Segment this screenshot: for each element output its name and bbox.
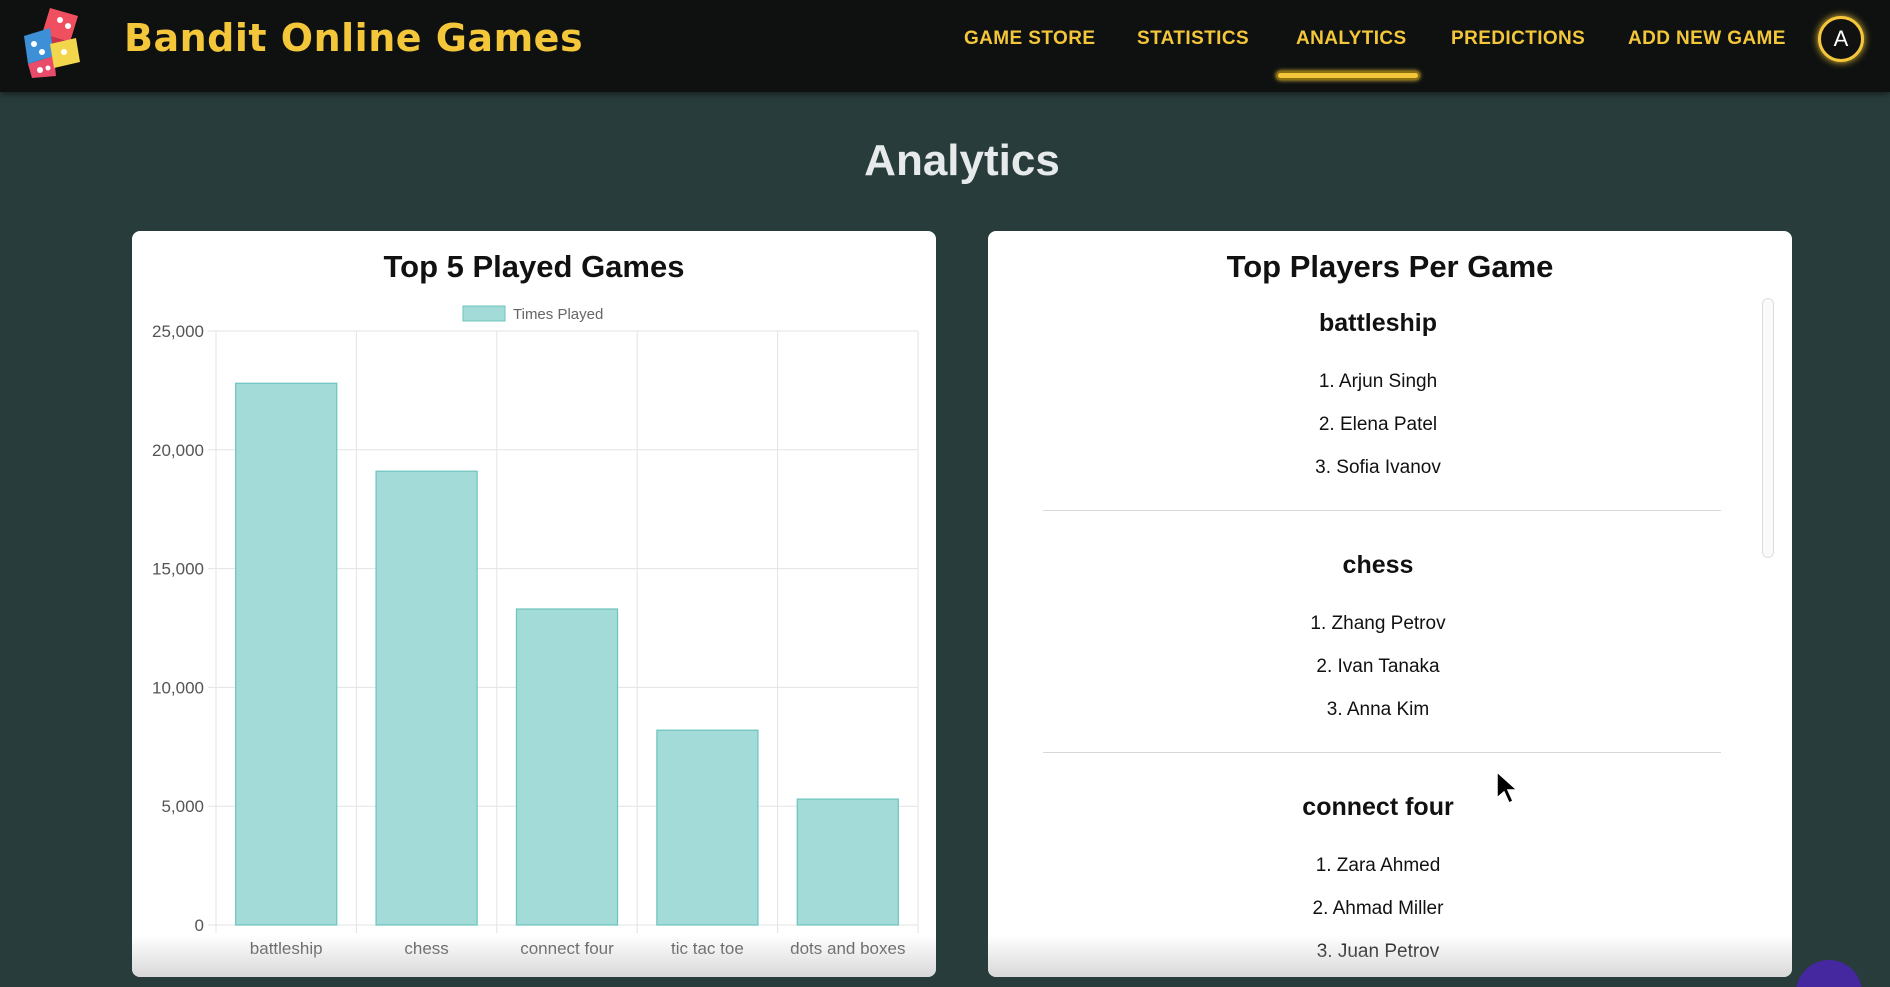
nav-analytics[interactable]: ANALYTICS: [1296, 28, 1407, 50]
player-item: 1. Zhang Petrov: [1310, 613, 1446, 634]
player-item: 3. Sofia Ivanov: [1315, 457, 1441, 478]
bar: [375, 470, 478, 926]
brand-title[interactable]: Bandit Online Games: [124, 16, 583, 60]
game-name: battleship: [1318, 309, 1438, 337]
legend-label: Times Played: [513, 306, 603, 323]
player-item: 2. Elena Patel: [1318, 414, 1438, 435]
nav-statistics[interactable]: STATISTICS: [1137, 28, 1249, 50]
player-item: 3. Anna Kim: [1326, 699, 1430, 720]
top-played-games-card: Top 5 Played Games Times Played 0 5,000 10,…: [132, 231, 936, 977]
y-tick-label: 25,000: [152, 322, 204, 341]
y-tick-label: 10,000: [152, 678, 204, 697]
player-item: 1. Arjun Singh: [1318, 371, 1438, 392]
floating-action-button[interactable]: [1796, 960, 1862, 987]
bar: [235, 382, 338, 926]
section-divider: [1043, 510, 1721, 511]
player-item: 2. Ahmad Miller: [1312, 898, 1444, 919]
game-name: connect four: [1302, 793, 1454, 821]
x-tick-label: chess: [404, 939, 448, 958]
section-divider: [1043, 752, 1721, 753]
players-scrollbar[interactable]: [1762, 298, 1774, 558]
page-title: Analytics: [864, 136, 1060, 185]
y-tick-label: 0: [195, 916, 204, 935]
top-navbar: Bandit Online Games GAME STORE STATISTIC…: [0, 0, 1890, 92]
y-tick-label: 5,000: [161, 797, 204, 816]
legend-swatch: [462, 305, 506, 322]
x-tick-label: connect four: [520, 939, 614, 958]
player-item: 1. Zara Ahmed: [1315, 855, 1441, 876]
user-avatar[interactable]: A: [1818, 16, 1864, 62]
nav-add-new-game[interactable]: ADD NEW GAME: [1628, 28, 1786, 50]
bar-chart: Times Played 0 5,000 10,000 15,000 20,000 25,0…: [152, 305, 919, 958]
x-tick-label: tic tac toe: [671, 939, 744, 958]
active-nav-indicator: [1276, 71, 1420, 80]
player-item: 3. Juan Petrov: [1316, 941, 1440, 962]
y-tick-label: 20,000: [152, 441, 204, 460]
bar: [796, 798, 899, 926]
game-name: chess: [1342, 551, 1414, 579]
bar: [656, 729, 759, 926]
top-players-card: Top Players Per Game battleship 1. Arjun…: [988, 231, 1792, 977]
mouse-cursor-icon: [1496, 770, 1519, 805]
x-tick-label: dots and boxes: [790, 939, 905, 958]
x-tick-label: battleship: [250, 939, 323, 958]
players-card-title: Top Players Per Game: [1226, 249, 1554, 284]
player-item: 2. Ivan Tanaka: [1316, 656, 1440, 677]
y-tick-label: 15,000: [152, 560, 204, 579]
dice-logo-icon[interactable]: [20, 4, 92, 80]
nav-game-store[interactable]: GAME STORE: [964, 28, 1095, 50]
nav-predictions[interactable]: PREDICTIONS: [1451, 28, 1585, 50]
bar: [515, 608, 619, 926]
